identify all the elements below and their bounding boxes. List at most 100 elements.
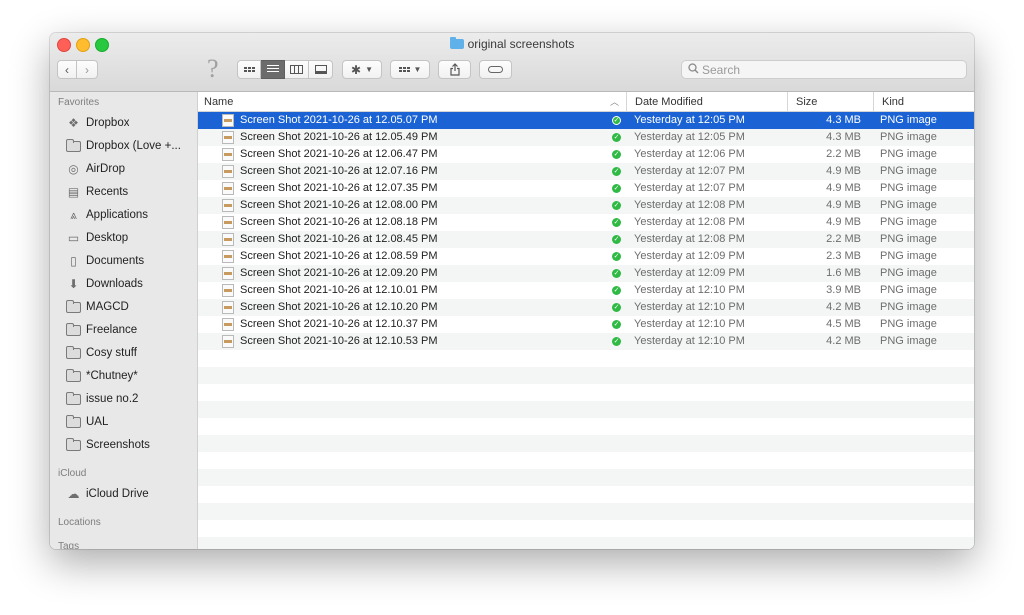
file-name: Screen Shot 2021-10-26 at 12.10.01 PM (240, 284, 438, 296)
share-button[interactable] (438, 60, 471, 79)
gallery-view-button[interactable] (309, 60, 333, 79)
folder-icon (65, 138, 82, 153)
file-date: Yesterday at 12:05 PM (634, 114, 745, 126)
file-size: 4.3 MB (826, 131, 861, 143)
sidebar-item-label: Dropbox (Love +... (86, 140, 181, 152)
sidebar-item[interactable]: Screenshots (50, 434, 197, 456)
sidebar-item[interactable]: issue no.2 (50, 388, 197, 410)
row-stripe (198, 537, 974, 549)
file-row[interactable]: Screen Shot 2021-10-26 at 12.06.47 PM ✓ Ye… (198, 146, 974, 163)
file-kind: PNG image (880, 148, 937, 160)
file-row[interactable]: Screen Shot 2021-10-26 at 12.10.01 PM ✓ Ye… (198, 282, 974, 299)
chevron-left-icon: ‹ (65, 62, 69, 77)
row-stripe (198, 350, 974, 367)
sidebar-item[interactable]: Dropbox (Love +... (50, 135, 197, 157)
sidebar-item[interactable]: ▭ Desktop (50, 227, 197, 249)
folder-icon (65, 299, 82, 314)
file-date: Yesterday at 12:08 PM (634, 233, 745, 245)
column-date-label: Date Modified (635, 95, 703, 108)
sidebar-item-label: MAGCD (86, 301, 129, 313)
icon-grid-icon (243, 67, 255, 72)
sidebar-item[interactable]: ⬇ Downloads (50, 273, 197, 295)
sidebar: Favorites ❖ Dropbox Dropbox (Love +... ◎ AirD… (50, 92, 198, 549)
synced-check-icon: ✓ (612, 201, 621, 210)
file-row[interactable]: Screen Shot 2021-10-26 at 12.10.20 PM ✓ Ye… (198, 299, 974, 316)
help-icon[interactable]: ? (207, 54, 219, 84)
locations-header: Locations (58, 517, 101, 528)
sidebar-item[interactable]: Cosy stuff (50, 342, 197, 364)
file-row[interactable]: Screen Shot 2021-10-26 at 12.08.45 PM ✓ Ye… (198, 231, 974, 248)
row-stripe (198, 452, 974, 469)
image-file-icon (222, 301, 234, 314)
sidebar-item[interactable]: ⩓ Applications (50, 204, 197, 226)
sidebar-item-label: issue no.2 (86, 393, 139, 405)
column-header-name[interactable]: Name (204, 92, 624, 111)
file-name: Screen Shot 2021-10-26 at 12.06.47 PM (240, 148, 438, 160)
file-row[interactable]: Screen Shot 2021-10-26 at 12.10.37 PM ✓ Ye… (198, 316, 974, 333)
sidebar-item-label: Screenshots (86, 439, 150, 451)
sidebar-item[interactable]: ☁ iCloud Drive (50, 483, 197, 505)
synced-check-icon: ✓ (612, 337, 621, 346)
file-date: Yesterday at 12:09 PM (634, 250, 745, 262)
file-date: Yesterday at 12:07 PM (634, 165, 745, 177)
column-header-size[interactable]: Size (787, 92, 873, 111)
sidebar-item[interactable]: UAL (50, 411, 197, 433)
action-menu-button[interactable]: ✱ ▼ (342, 60, 382, 79)
file-row[interactable]: Screen Shot 2021-10-26 at 12.08.18 PM ✓ Ye… (198, 214, 974, 231)
file-row[interactable]: Screen Shot 2021-10-26 at 12.07.16 PM ✓ Ye… (198, 163, 974, 180)
list-view-button[interactable] (261, 60, 285, 79)
row-stripe (198, 520, 974, 537)
chevron-down-icon: ▼ (413, 65, 422, 74)
toolbar: original screenshots ‹ › ? ✱ ▼ ▼ (50, 33, 974, 92)
chevron-down-icon: ▼ (365, 65, 373, 74)
file-row[interactable]: Screen Shot 2021-10-26 at 12.08.59 PM ✓ Ye… (198, 248, 974, 265)
file-name: Screen Shot 2021-10-26 at 12.08.59 PM (240, 250, 438, 262)
group-menu-button[interactable]: ▼ (390, 60, 430, 79)
sidebar-item[interactable]: MAGCD (50, 296, 197, 318)
sidebar-item[interactable]: Freelance (50, 319, 197, 341)
sidebar-item[interactable]: ❖ Dropbox (50, 112, 197, 134)
file-size: 1.6 MB (826, 267, 861, 279)
synced-check-icon: ✓ (612, 116, 621, 125)
file-date: Yesterday at 12:05 PM (634, 131, 745, 143)
file-row[interactable]: Screen Shot 2021-10-26 at 12.07.35 PM ✓ Ye… (198, 180, 974, 197)
synced-check-icon: ✓ (612, 269, 621, 278)
file-kind: PNG image (880, 182, 937, 194)
sidebar-item[interactable]: *Chutney* (50, 365, 197, 387)
gear-icon: ✱ (351, 62, 362, 77)
search-field[interactable] (681, 60, 967, 79)
file-kind: PNG image (880, 199, 937, 211)
sidebar-item[interactable]: ◎ AirDrop (50, 158, 197, 180)
column-header-date[interactable]: Date Modified (626, 92, 786, 111)
forward-button[interactable]: › (77, 60, 98, 79)
column-header-kind[interactable]: Kind (873, 92, 974, 111)
tag-button[interactable] (479, 60, 512, 79)
file-date: Yesterday at 12:10 PM (634, 318, 745, 330)
favorites-header: Favorites (58, 97, 100, 108)
file-date: Yesterday at 12:09 PM (634, 267, 745, 279)
file-date: Yesterday at 12:10 PM (634, 301, 745, 313)
file-kind: PNG image (880, 267, 937, 279)
back-button[interactable]: ‹ (57, 60, 77, 79)
synced-check-icon: ✓ (612, 235, 621, 244)
search-icon (688, 62, 700, 77)
sidebar-item[interactable]: ▤ Recents (50, 181, 197, 203)
file-row[interactable]: Screen Shot 2021-10-26 at 12.05.07 PM ✓ Ye… (198, 112, 974, 129)
file-name: Screen Shot 2021-10-26 at 12.09.20 PM (240, 267, 438, 279)
column-view-button[interactable] (285, 60, 309, 79)
image-file-icon (222, 250, 234, 263)
row-stripe (198, 418, 974, 435)
file-kind: PNG image (880, 131, 937, 143)
search-input[interactable] (700, 62, 954, 77)
file-date: Yesterday at 12:08 PM (634, 199, 745, 211)
columns-icon (290, 65, 303, 74)
file-size: 3.9 MB (826, 284, 861, 296)
icon-view-button[interactable] (237, 60, 261, 79)
file-row[interactable]: Screen Shot 2021-10-26 at 12.09.20 PM ✓ Ye… (198, 265, 974, 282)
sidebar-item-label: Documents (86, 255, 145, 267)
file-row[interactable]: Screen Shot 2021-10-26 at 12.05.49 PM ✓ Ye… (198, 129, 974, 146)
file-row[interactable]: Screen Shot 2021-10-26 at 12.08.00 PM ✓ Ye… (198, 197, 974, 214)
row-stripe (198, 435, 974, 452)
sidebar-item[interactable]: ▯ Documents (50, 250, 197, 272)
file-row[interactable]: Screen Shot 2021-10-26 at 12.10.53 PM ✓ Ye… (198, 333, 974, 350)
